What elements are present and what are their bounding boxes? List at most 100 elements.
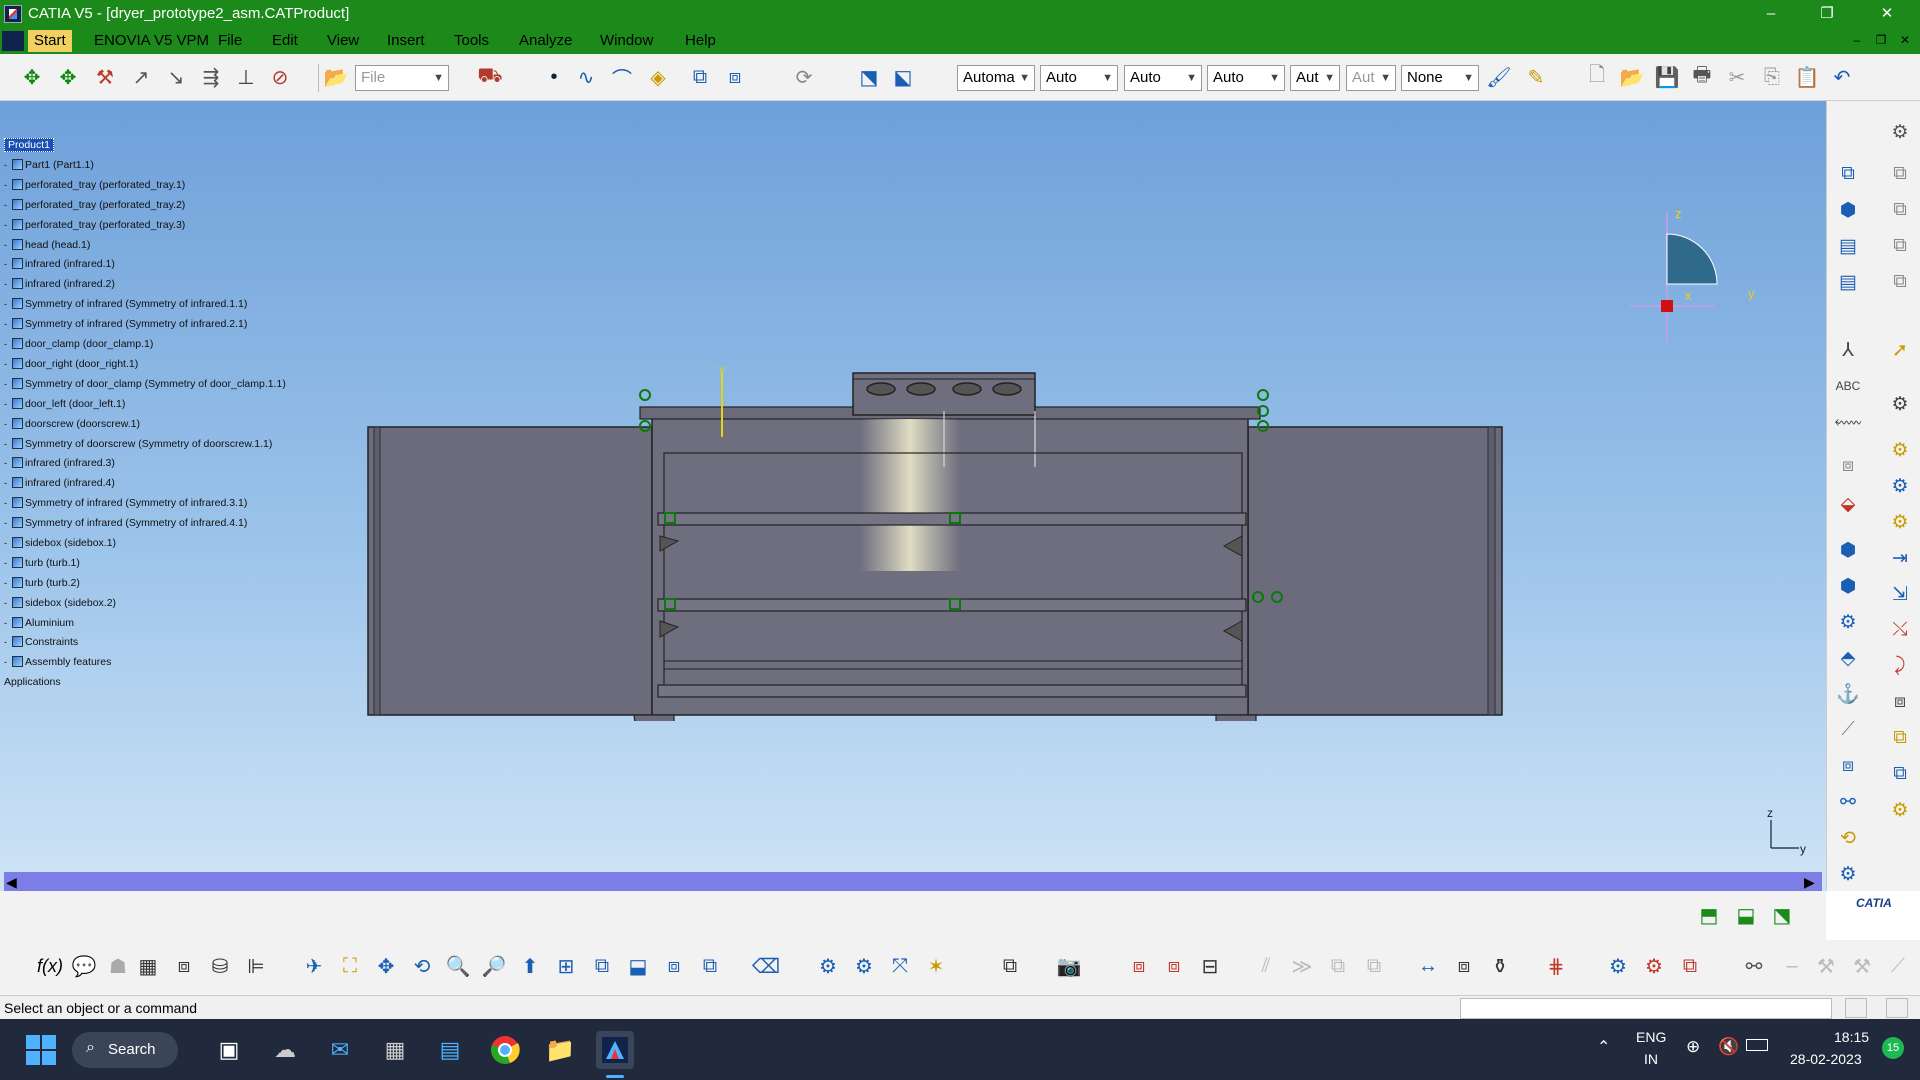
copy-icon[interactable]: ⎘ xyxy=(1758,63,1786,91)
formula-icon[interactable]: f(x) xyxy=(36,952,64,980)
tree-node[interactable]: - Symmetry of door_clamp (Symmetry of doo… xyxy=(4,377,286,391)
add-icon[interactable]: ⧉ xyxy=(1324,952,1352,980)
sidebox-right[interactable] xyxy=(1247,426,1503,716)
shading-icon[interactable]: ⬓ xyxy=(624,952,652,980)
new-part-icon[interactable]: ▤ xyxy=(1835,233,1861,259)
tool-2-icon[interactable]: ⚒ xyxy=(1848,952,1876,980)
mdi-restore-button[interactable]: ❐ xyxy=(1872,31,1890,49)
expand-icon[interactable]: - xyxy=(4,437,12,451)
manipulate-component-icon[interactable]: ⬢ xyxy=(1835,537,1861,563)
mail-icon[interactable]: ✉ xyxy=(321,1031,359,1069)
clash-detection-icon[interactable]: ⚙ xyxy=(1835,609,1861,635)
expand-icon[interactable]: - xyxy=(4,337,12,351)
tree-node[interactable]: - Symmetry of infrared (Symmetry of infra… xyxy=(4,496,247,510)
tree-node[interactable]: - Symmetry of infrared (Symmetry of infra… xyxy=(4,317,247,331)
simulation-icon[interactable]: ⚙ xyxy=(1640,952,1668,980)
catia-taskbar-icon[interactable] xyxy=(596,1031,634,1069)
expand-icon[interactable]: - xyxy=(4,496,12,510)
drafting-icon[interactable]: ⬔ xyxy=(1768,901,1796,929)
smart-move-icon[interactable]: ↗ xyxy=(127,63,155,91)
expand-icon[interactable]: - xyxy=(4,277,12,291)
tree-node[interactable]: - perforated_tray (perforated_tray.1) xyxy=(4,178,185,192)
update-all-icon[interactable]: ⧉ xyxy=(1887,761,1913,787)
select-arrow-icon[interactable]: ➚ xyxy=(1887,337,1913,363)
tree-node[interactable]: - Aluminium xyxy=(4,616,74,630)
language-code[interactable]: ENG xyxy=(1636,1029,1666,1045)
expand-icon[interactable]: - xyxy=(4,596,12,610)
enhanced-scene-icon[interactable]: ⚙ xyxy=(1835,861,1861,887)
tree-node[interactable]: - Constraints xyxy=(4,635,78,649)
scroll-track[interactable] xyxy=(26,872,1806,891)
comment-icon[interactable]: 💬 xyxy=(70,952,98,980)
grid-icon[interactable]: ⋕ xyxy=(1542,952,1570,980)
tool-icon[interactable]: ⚒ xyxy=(1812,952,1840,980)
expand-icon[interactable]: - xyxy=(4,317,12,331)
measure-icon[interactable]: ◈ xyxy=(644,63,672,91)
tree-applications[interactable]: Applications xyxy=(4,675,61,689)
pocket-icon[interactable]: ≫ xyxy=(1288,952,1316,980)
command-input[interactable] xyxy=(1460,998,1832,1019)
track-icon[interactable]: ⧉ xyxy=(1676,952,1704,980)
expand-icon[interactable]: - xyxy=(4,238,12,252)
tree-node[interactable]: - door_right (door_right.1) xyxy=(4,357,138,371)
notification-badge[interactable]: 15 xyxy=(1882,1037,1904,1059)
expand-icon[interactable]: - xyxy=(4,297,12,311)
apply-material-icon[interactable]: ⚙ xyxy=(814,952,842,980)
constraint-icon[interactable]: ⚙ xyxy=(1887,437,1913,463)
render-icon[interactable]: ⚙ xyxy=(850,952,878,980)
point-icon[interactable]: • xyxy=(540,63,568,91)
sectioning-icon[interactable]: ⬘ xyxy=(1835,645,1861,671)
eraser-icon[interactable]: ⌫ xyxy=(752,952,780,980)
update-icon[interactable]: ⟳ xyxy=(790,63,818,91)
menu-window[interactable]: Window xyxy=(600,32,653,49)
curve-icon[interactable]: ∿ xyxy=(572,63,600,91)
explode-icon[interactable]: ↘ xyxy=(162,63,190,91)
file-explorer-icon[interactable]: 📁 xyxy=(541,1031,579,1069)
chevron-up-icon[interactable]: ⌃ xyxy=(1597,1037,1610,1057)
brush-icon[interactable]: ✎ xyxy=(1522,63,1550,91)
cut-icon[interactable]: ✂ xyxy=(1723,63,1751,91)
manipulation-icon[interactable]: ⚙ xyxy=(1887,391,1913,417)
tree-node[interactable]: - head (head.1) xyxy=(4,238,90,252)
measure-inertia-icon[interactable]: ⚱ xyxy=(1486,952,1514,980)
chrome-icon[interactable] xyxy=(486,1031,524,1069)
assembly-features-icon[interactable]: ⧈ xyxy=(1125,952,1153,980)
menu-tools[interactable]: Tools xyxy=(454,32,489,49)
snap-component-icon[interactable]: ⇥ xyxy=(1887,545,1913,571)
compass-plane[interactable] xyxy=(1666,233,1718,285)
notepad-icon[interactable]: ▤ xyxy=(431,1031,469,1069)
zoom-in-icon[interactable]: 🔍 xyxy=(444,952,472,980)
layer-combo[interactable]: Aut ▼ xyxy=(1346,65,1396,91)
painter-icon[interactable]: 🖌 xyxy=(1485,63,1513,91)
undo-icon[interactable]: ↶ xyxy=(1828,63,1856,91)
group-icon[interactable]: ⚯ xyxy=(1740,952,1768,980)
measure-item-icon[interactable]: ⧈ xyxy=(1835,753,1861,779)
hide-show-icon[interactable]: ⧈ xyxy=(660,952,688,980)
parameter-icon[interactable]: ⊫ xyxy=(242,952,270,980)
expand-icon[interactable]: - xyxy=(4,357,12,371)
capture-icon[interactable]: 📷 xyxy=(1055,952,1083,980)
expand-icon[interactable]: - xyxy=(4,178,12,192)
expand-icon[interactable]: - xyxy=(4,476,12,490)
menu-file[interactable]: File xyxy=(218,32,242,49)
expand-icon[interactable]: - xyxy=(4,456,12,470)
menu-help[interactable]: Help xyxy=(685,32,716,49)
menu-view[interactable]: View xyxy=(327,32,359,49)
3d-viewport[interactable]: Product1 - Part1 (Part1.1) - perforated_tray… xyxy=(0,101,1826,891)
symmetry-icon[interactable]: ⫽ xyxy=(1252,952,1280,980)
tree-node[interactable]: - sidebox (sidebox.2) xyxy=(4,596,116,610)
sequence-icon[interactable]: – xyxy=(1778,952,1806,980)
scroll-right-arrow[interactable]: ▶ xyxy=(1804,874,1815,891)
multi-view-icon[interactable]: ⊞ xyxy=(552,952,580,980)
expand-icon[interactable]: - xyxy=(4,556,12,570)
smart-move-component-icon[interactable]: ⇲ xyxy=(1887,581,1913,607)
explode-component-icon[interactable]: ⬢ xyxy=(1835,573,1861,599)
reuse-pattern-icon[interactable]: ⚙ xyxy=(1887,797,1913,823)
menu-edit[interactable]: Edit xyxy=(272,32,298,49)
compass-origin-handle[interactable] xyxy=(1661,300,1673,312)
speaker-muted-icon[interactable]: 🔇 xyxy=(1718,1037,1739,1057)
cloud-icon[interactable]: ☁ xyxy=(266,1031,304,1069)
tree-node[interactable]: - perforated_tray (perforated_tray.3) xyxy=(4,218,185,232)
expand-icon[interactable]: - xyxy=(4,516,12,530)
mdi-close-button[interactable]: ✕ xyxy=(1896,31,1914,49)
